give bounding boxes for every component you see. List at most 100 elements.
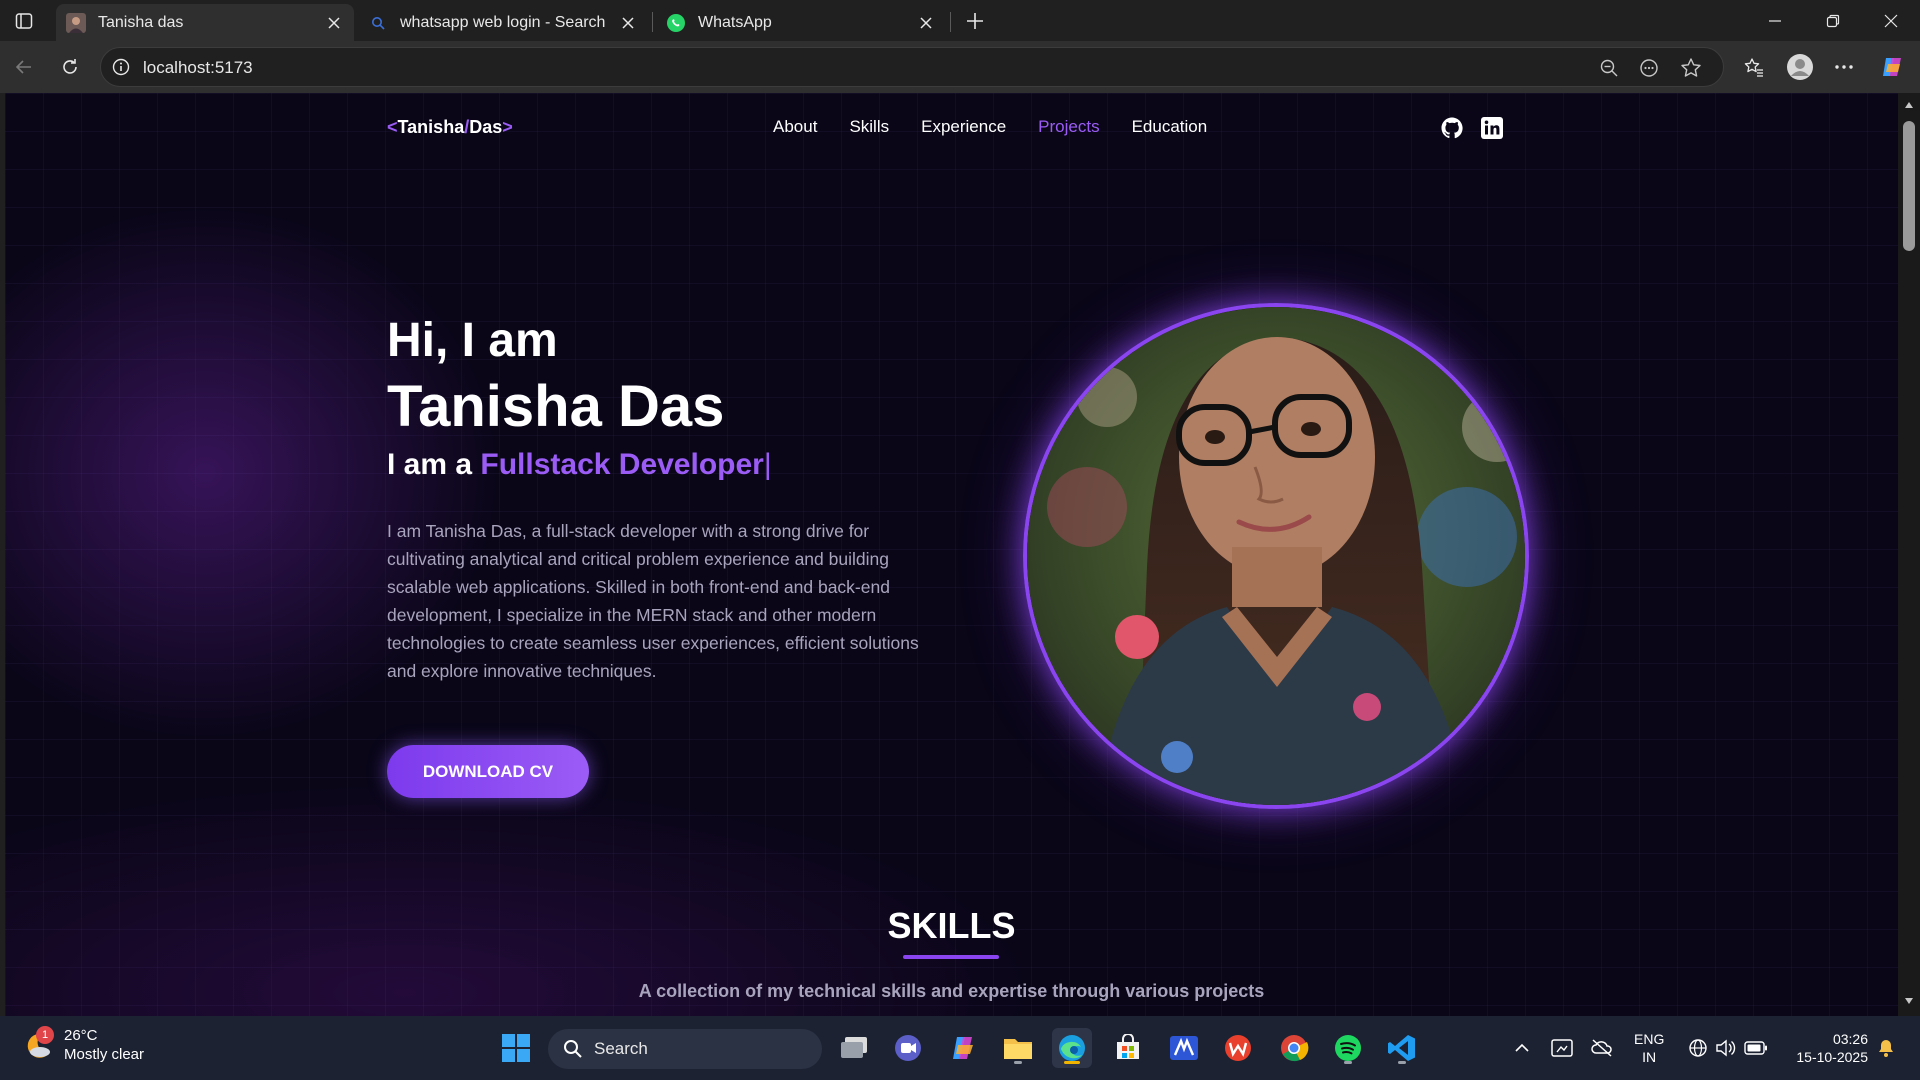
network-globe-icon[interactable]	[1686, 1036, 1710, 1060]
tab-title: Tanisha das	[98, 13, 184, 31]
zoom-out-icon[interactable]	[1597, 56, 1621, 80]
weather-widget[interactable]: 1 26°C Mostly clear	[20, 1026, 144, 1064]
typing-cursor: |	[763, 448, 772, 481]
background-grid	[5, 93, 1898, 1016]
browser-essentials-icon[interactable]	[1637, 56, 1661, 80]
hero-role: I am a Fullstack Developer|	[387, 448, 772, 482]
tab-actions-icon[interactable]	[12, 9, 36, 33]
search-label: Search	[594, 1039, 648, 1058]
minimize-icon[interactable]	[1752, 6, 1798, 36]
nav-experience[interactable]: Experience	[921, 117, 1006, 137]
nav-projects[interactable]: Projects	[1038, 117, 1099, 137]
weather-condition: Mostly clear	[64, 1046, 145, 1063]
browser-tab-bar: Tanisha das whatsapp web login - Search …	[0, 0, 1920, 41]
logo-bracket: >	[502, 117, 513, 137]
running-indicator	[1398, 1061, 1406, 1064]
tab-whatsapp-search[interactable]: whatsapp web login - Search	[358, 4, 648, 41]
chrome-icon[interactable]	[1274, 1028, 1314, 1068]
tab-separator	[652, 12, 653, 32]
profile-photo-favicon-icon	[66, 12, 86, 33]
skills-underline	[903, 955, 999, 959]
weather-temp: 26°C	[64, 1027, 98, 1044]
edge-browser-icon[interactable]	[1052, 1028, 1092, 1068]
nav-about[interactable]: About	[773, 117, 817, 137]
tab-title: whatsapp web login - Search	[400, 13, 606, 31]
copilot-app-icon[interactable]	[944, 1028, 984, 1068]
language-indicator[interactable]: ENG IN	[1634, 1030, 1664, 1066]
role-highlight: Fullstack Developer	[480, 448, 764, 481]
weather-moon-icon: 1	[20, 1026, 54, 1062]
taskbar-search[interactable]: Search	[548, 1029, 822, 1069]
logo-last-name: Das	[469, 117, 503, 137]
windows-start-icon[interactable]	[496, 1028, 536, 1068]
new-tab-icon[interactable]	[962, 8, 988, 34]
favorites-icon[interactable]	[1740, 53, 1768, 81]
refresh-icon[interactable]	[56, 53, 84, 81]
favorite-star-icon[interactable]	[1679, 56, 1703, 80]
close-tab-icon[interactable]	[322, 11, 346, 35]
skills-title: SKILLS	[887, 905, 1016, 946]
hero-description: I am Tanisha Das, a full-stack developer…	[387, 521, 919, 681]
logo-bracket: <	[387, 117, 398, 137]
system-clock[interactable]: 03:26 15-10-2025	[1788, 1030, 1868, 1066]
microsoft-store-icon[interactable]	[1108, 1028, 1148, 1068]
close-tab-icon[interactable]	[914, 11, 938, 35]
wps-office-icon[interactable]	[1218, 1028, 1258, 1068]
restore-icon[interactable]	[1810, 6, 1856, 36]
nav-skills[interactable]: Skills	[849, 117, 889, 137]
page-viewport: <Tanisha/Das> About Skills Experience Pr…	[5, 93, 1898, 1016]
clock-time: 03:26	[1832, 1031, 1868, 1047]
page-scrollbar[interactable]	[1898, 93, 1920, 1016]
windows-taskbar: 1 26°C Mostly clear Search ENG IN 03:26 …	[0, 1016, 1920, 1080]
vscode-icon[interactable]	[1382, 1028, 1422, 1068]
copilot-icon[interactable]	[1878, 53, 1906, 81]
editor-app-icon[interactable]	[1164, 1028, 1204, 1068]
search-favicon-icon	[368, 13, 388, 33]
close-tab-icon[interactable]	[616, 11, 640, 35]
nav-education[interactable]: Education	[1132, 117, 1208, 137]
role-prefix: I am a	[387, 448, 481, 481]
logo-first-name: Tanisha	[397, 117, 465, 137]
whatsapp-icon	[666, 13, 686, 33]
scroll-down-icon[interactable]	[1903, 995, 1915, 1007]
scrollbar-thumb[interactable]	[1903, 121, 1915, 251]
file-explorer-icon[interactable]	[998, 1028, 1038, 1068]
tab-whatsapp[interactable]: WhatsApp	[656, 4, 946, 41]
onedrive-offline-icon[interactable]	[1590, 1036, 1614, 1060]
tab-separator	[950, 12, 951, 32]
site-logo[interactable]: <Tanisha/Das>	[387, 117, 513, 138]
running-indicator	[1344, 1061, 1352, 1064]
more-options-icon[interactable]	[1830, 53, 1858, 81]
volume-icon[interactable]	[1714, 1036, 1738, 1060]
search-icon	[562, 1038, 584, 1060]
hero-name: Tanisha Das	[387, 374, 725, 439]
address-bar[interactable]: localhost:5173	[100, 47, 1724, 87]
spotify-icon[interactable]	[1328, 1028, 1368, 1068]
language-region: IN	[1642, 1049, 1657, 1065]
browser-toolbar: localhost:5173	[0, 41, 1920, 93]
task-view-icon[interactable]	[834, 1028, 874, 1068]
battery-icon[interactable]	[1744, 1036, 1768, 1060]
github-icon[interactable]	[1439, 115, 1465, 141]
tab-title: WhatsApp	[698, 13, 772, 31]
teams-meet-icon[interactable]	[888, 1028, 928, 1068]
language-code: ENG	[1634, 1031, 1665, 1047]
notification-bell-icon[interactable]	[1874, 1036, 1898, 1060]
linkedin-icon[interactable]	[1479, 115, 1505, 141]
snipping-tool-icon[interactable]	[1550, 1036, 1574, 1060]
active-indicator	[1064, 1061, 1080, 1064]
skills-subtitle: A collection of my technical skills and …	[638, 981, 1265, 1001]
hero-greeting: Hi, I am	[387, 314, 558, 367]
url-text: localhost:5173	[143, 58, 253, 77]
close-window-icon[interactable]	[1868, 6, 1914, 36]
clock-date: 15-10-2025	[1796, 1049, 1868, 1065]
weather-badge: 1	[36, 1026, 54, 1044]
profile-avatar-icon[interactable]	[1786, 53, 1814, 81]
running-indicator	[1014, 1061, 1022, 1064]
download-cv-button[interactable]: DOWNLOAD CV	[387, 745, 589, 798]
tab-tanisha-das[interactable]: Tanisha das	[56, 4, 354, 41]
show-hidden-icons-chevron[interactable]	[1510, 1036, 1534, 1060]
back-arrow-icon[interactable]	[10, 53, 38, 81]
site-info-icon[interactable]	[111, 57, 131, 77]
scroll-up-icon[interactable]	[1903, 99, 1915, 111]
